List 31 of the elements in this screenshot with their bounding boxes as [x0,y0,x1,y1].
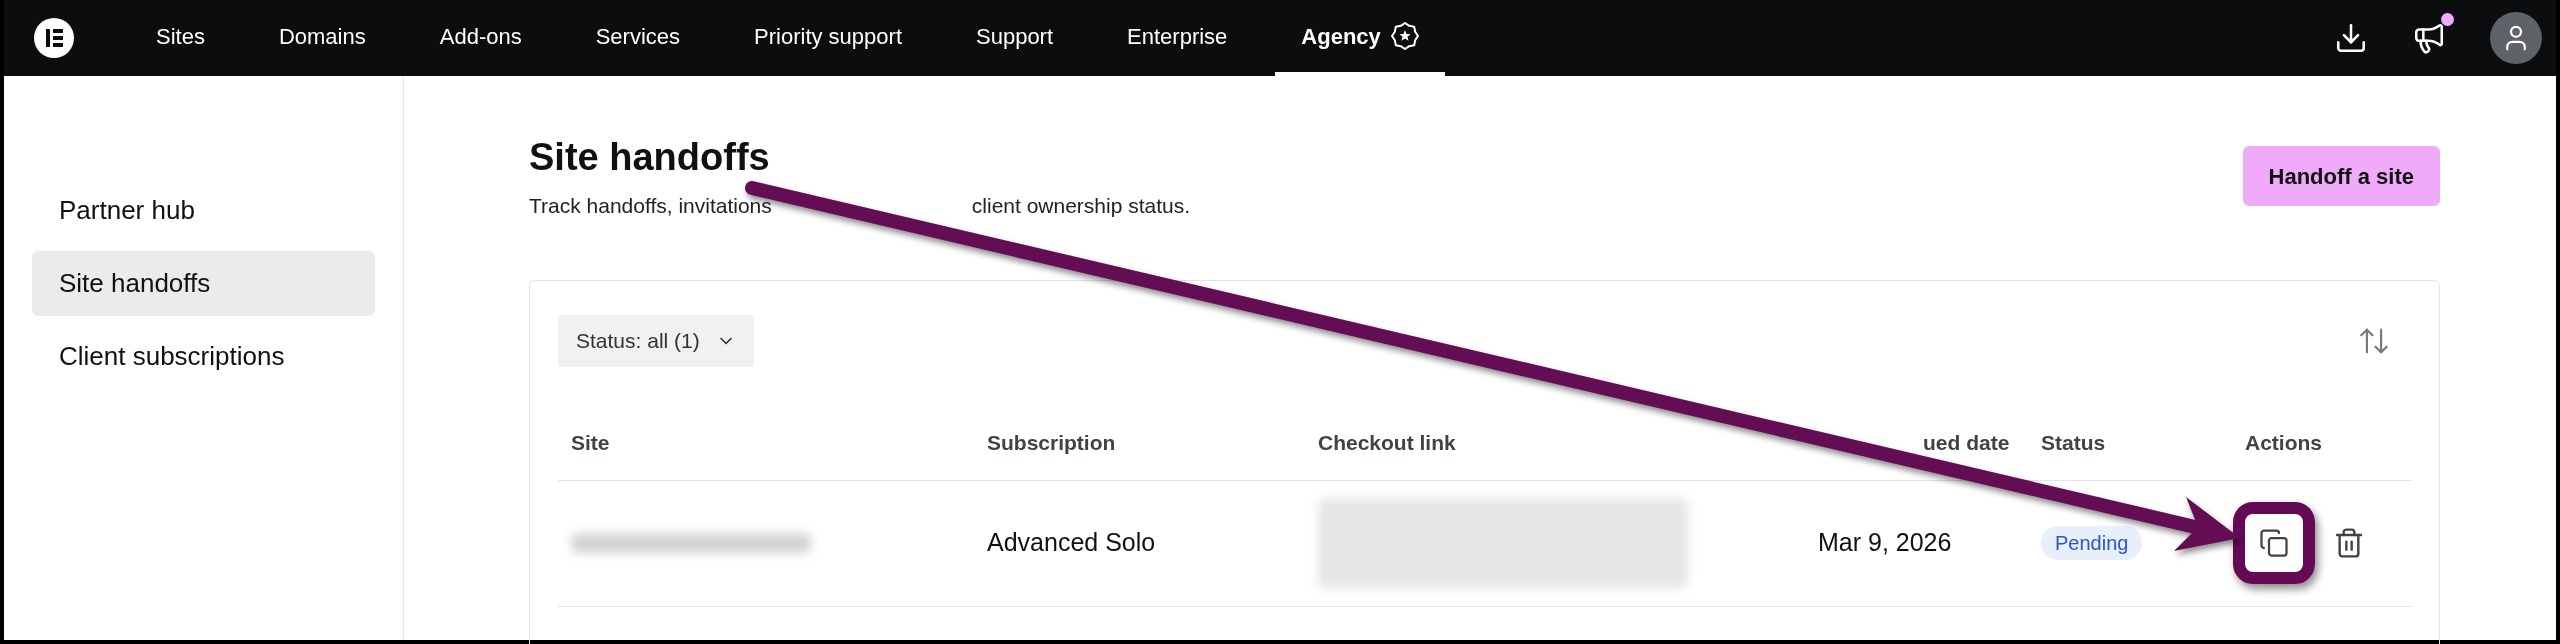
nav-tab[interactable]: Agency [1275,0,1445,76]
column-header: Actions [2245,431,2322,455]
logo-icon[interactable] [34,18,74,58]
handoff-site-button[interactable]: Handoff a site [2242,146,2440,206]
download-icon[interactable] [2334,21,2368,55]
page-subtitle: client ownership status. [971,193,1191,219]
avatar[interactable] [2490,12,2542,64]
nav-tab[interactable]: Priority support [728,0,928,76]
column-header: Checkout link [1318,431,1456,455]
status-filter-dropdown[interactable]: Status: all (1) [558,314,754,367]
nav-tab[interactable]: Add-ons [413,0,548,76]
column-header: Status [2041,431,2106,455]
page-subtitle: Track handoffs, invitations [529,193,772,219]
nav-tab[interactable]: Sites [130,0,231,76]
column-header: ued date [1923,431,2010,455]
sidebar-item[interactable]: Client subscriptions [32,324,375,389]
nav-tab[interactable]: Enterprise [1101,0,1254,76]
sidebar-item[interactable]: Site handoffs [32,251,375,316]
megaphone-icon[interactable] [2412,21,2446,55]
sidebar-item[interactable]: Partner hub [32,178,375,243]
table-cell: Advanced Solo [987,528,1156,557]
status-badge: Pending [2041,526,2143,560]
nav-tab[interactable]: Services [569,0,707,76]
page-title: Site handoffs [529,135,771,180]
nav-tab[interactable]: Domains [252,0,392,76]
nav-tab[interactable]: Support [950,0,1080,76]
column-header: Subscription [987,431,1116,455]
copy-icon[interactable] [2259,528,2289,558]
trash-icon[interactable] [2333,527,2365,559]
column-header: Site [571,431,610,455]
table-cell: Mar 9, 2026 [1818,528,1952,557]
